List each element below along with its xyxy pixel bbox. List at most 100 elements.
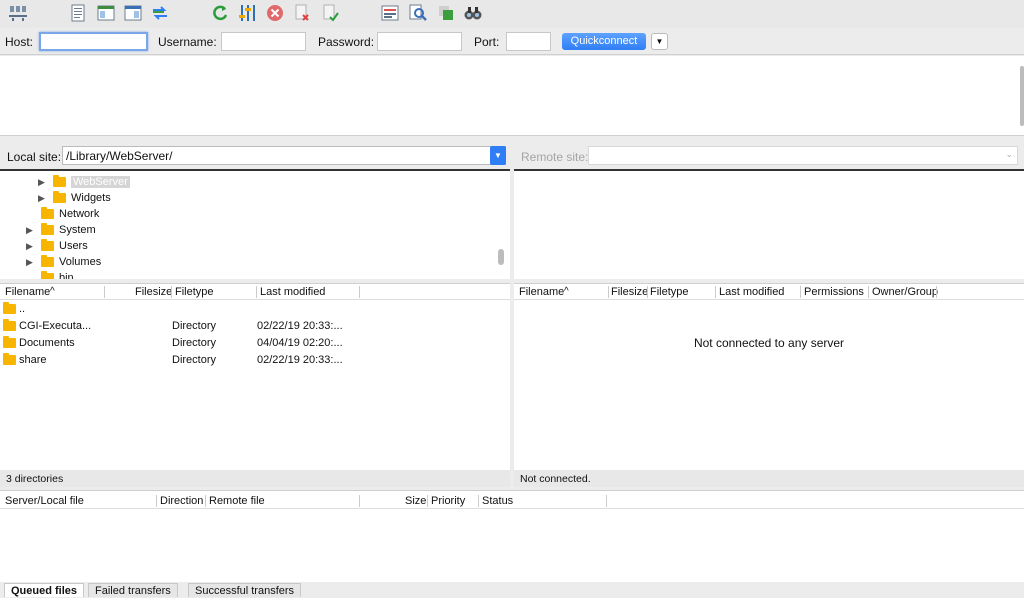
column-divider — [647, 286, 648, 298]
local-status-bar: 3 directories — [0, 470, 510, 487]
tree-item-label: Volumes — [59, 256, 102, 268]
column-priority[interactable]: Priority — [431, 495, 465, 507]
column-filetype[interactable]: Filetype — [650, 286, 689, 298]
local-site-label: Local site: — [7, 150, 62, 164]
username-label: Username: — [158, 35, 217, 49]
message-log-icon[interactable] — [66, 2, 90, 24]
process-queue-icon[interactable] — [236, 2, 260, 24]
expand-arrow-icon[interactable]: ▶ — [26, 241, 34, 252]
search-icon[interactable] — [461, 2, 485, 24]
expand-arrow-icon[interactable]: ▶ — [26, 257, 34, 268]
column-filetype[interactable]: Filetype — [175, 286, 214, 298]
tree-item[interactable]: Network — [26, 206, 99, 222]
folder-icon — [53, 175, 66, 187]
sync-browse-icon[interactable] — [434, 2, 458, 24]
column-server-local-file[interactable]: Server/Local file — [5, 495, 84, 507]
column-direction[interactable]: Direction — [160, 495, 203, 507]
tree-item-label: Users — [59, 240, 88, 252]
local-list-header: Filename ^ Filesize Filetype Last modifi… — [0, 284, 510, 300]
remote-status-bar: Not connected. — [514, 470, 1024, 487]
tree-item[interactable]: ▶ System — [26, 222, 96, 238]
folder-icon — [3, 336, 16, 348]
filter-icon[interactable] — [378, 2, 402, 24]
expand-arrow-icon[interactable]: ▶ — [38, 193, 46, 204]
tree-item[interactable]: ▶ WebServer — [38, 174, 130, 190]
queue-header: Server/Local file Direction Remote file … — [0, 493, 1024, 509]
column-divider — [104, 286, 105, 298]
column-divider — [606, 495, 607, 507]
not-connected-message: Not connected to any server — [693, 336, 845, 350]
tree-item[interactable]: ▶ Users — [26, 238, 88, 254]
port-input[interactable] — [506, 32, 551, 51]
column-divider — [359, 495, 360, 507]
chevron-down-icon: ⌄ — [1005, 149, 1013, 159]
sort-ascending-icon: ^ — [50, 286, 55, 297]
column-last-modified[interactable]: Last modified — [260, 286, 325, 298]
refresh-icon[interactable] — [208, 2, 232, 24]
column-divider — [715, 286, 716, 298]
file-row[interactable]: Documents Directory 04/04/19 02:20:... — [0, 335, 510, 352]
local-tree-icon[interactable] — [94, 2, 118, 24]
tree-scrollbar[interactable] — [498, 249, 504, 265]
message-log-scrollbar[interactable] — [1020, 66, 1024, 126]
chevron-down-icon[interactable]: ▼ — [490, 146, 506, 165]
file-type: Directory — [172, 320, 217, 332]
column-filename[interactable]: Filename — [5, 286, 50, 298]
expand-arrow-icon[interactable]: ▶ — [38, 177, 46, 188]
remote-tree-icon[interactable] — [121, 2, 145, 24]
disconnect-icon[interactable] — [290, 2, 314, 24]
quickconnect-button[interactable]: Quickconnect — [562, 33, 646, 50]
column-size[interactable]: Size — [405, 495, 426, 507]
folder-icon — [3, 353, 16, 365]
file-row[interactable]: .. — [0, 301, 510, 318]
site-manager-icon[interactable] — [6, 2, 30, 24]
folder-icon — [41, 239, 54, 251]
local-site-path-text: /Library/WebServer/ — [66, 149, 173, 163]
username-input[interactable] — [221, 32, 306, 51]
remote-list-header: Filename ^ Filesize Filetype Last modifi… — [514, 284, 1024, 300]
folder-icon — [41, 207, 54, 219]
file-name: Documents — [19, 337, 75, 349]
host-label: Host: — [5, 35, 34, 49]
expand-arrow-icon[interactable]: ▶ — [26, 225, 34, 236]
column-last-modified[interactable]: Last modified — [719, 286, 784, 298]
folder-icon — [41, 271, 54, 279]
remote-file-list: Filename ^ Filesize Filetype Last modifi… — [514, 283, 1024, 487]
password-input[interactable] — [377, 32, 462, 51]
file-modified: 02/22/19 20:33:... — [257, 354, 343, 366]
column-remote-file[interactable]: Remote file — [209, 495, 265, 507]
reconnect-icon[interactable] — [318, 2, 342, 24]
column-divider — [608, 286, 609, 298]
file-name: .. — [19, 303, 26, 315]
tree-item-label: bin — [59, 272, 74, 279]
file-row[interactable]: share Directory 02/22/19 20:33:... — [0, 352, 510, 369]
column-status[interactable]: Status — [482, 495, 513, 507]
local-directory-tree: ▶ WebServer ▶ Widgets Network ▶ System ▶… — [0, 169, 510, 279]
tree-item[interactable]: bin — [26, 270, 74, 279]
file-name: CGI-Executa... — [19, 320, 92, 332]
file-type: Directory — [172, 354, 217, 366]
folder-icon — [41, 223, 54, 235]
column-divider — [427, 495, 428, 507]
remote-site-bar: Remote site: ⌄ — [514, 141, 1024, 169]
quickconnect-bar: Host: Username: Password: Port: Quickcon… — [0, 28, 1024, 55]
column-filename[interactable]: Filename — [519, 286, 564, 298]
file-modified: 04/04/19 02:20:... — [257, 337, 343, 349]
tree-item[interactable]: ▶ Volumes — [26, 254, 101, 270]
column-filesize[interactable]: Filesize — [135, 286, 172, 298]
local-site-path[interactable]: /Library/WebServer/ ▼ — [62, 146, 506, 165]
host-input[interactable] — [39, 32, 148, 51]
quickconnect-history-dropdown[interactable]: ▼ — [651, 33, 668, 50]
column-permissions[interactable]: Permissions — [804, 286, 864, 298]
tree-item[interactable]: ▶ Widgets — [38, 190, 111, 206]
remote-directory-tree — [514, 169, 1024, 279]
tree-item-label: Network — [59, 208, 100, 220]
file-type: Directory — [172, 337, 217, 349]
cancel-icon[interactable] — [263, 2, 287, 24]
column-divider — [936, 286, 937, 298]
column-owner-group[interactable]: Owner/Group — [872, 286, 938, 298]
column-filesize[interactable]: Filesize — [611, 286, 648, 298]
file-row[interactable]: CGI-Executa... Directory 02/22/19 20:33:… — [0, 318, 510, 335]
queue-icon[interactable] — [148, 2, 172, 24]
compare-icon[interactable] — [406, 2, 430, 24]
